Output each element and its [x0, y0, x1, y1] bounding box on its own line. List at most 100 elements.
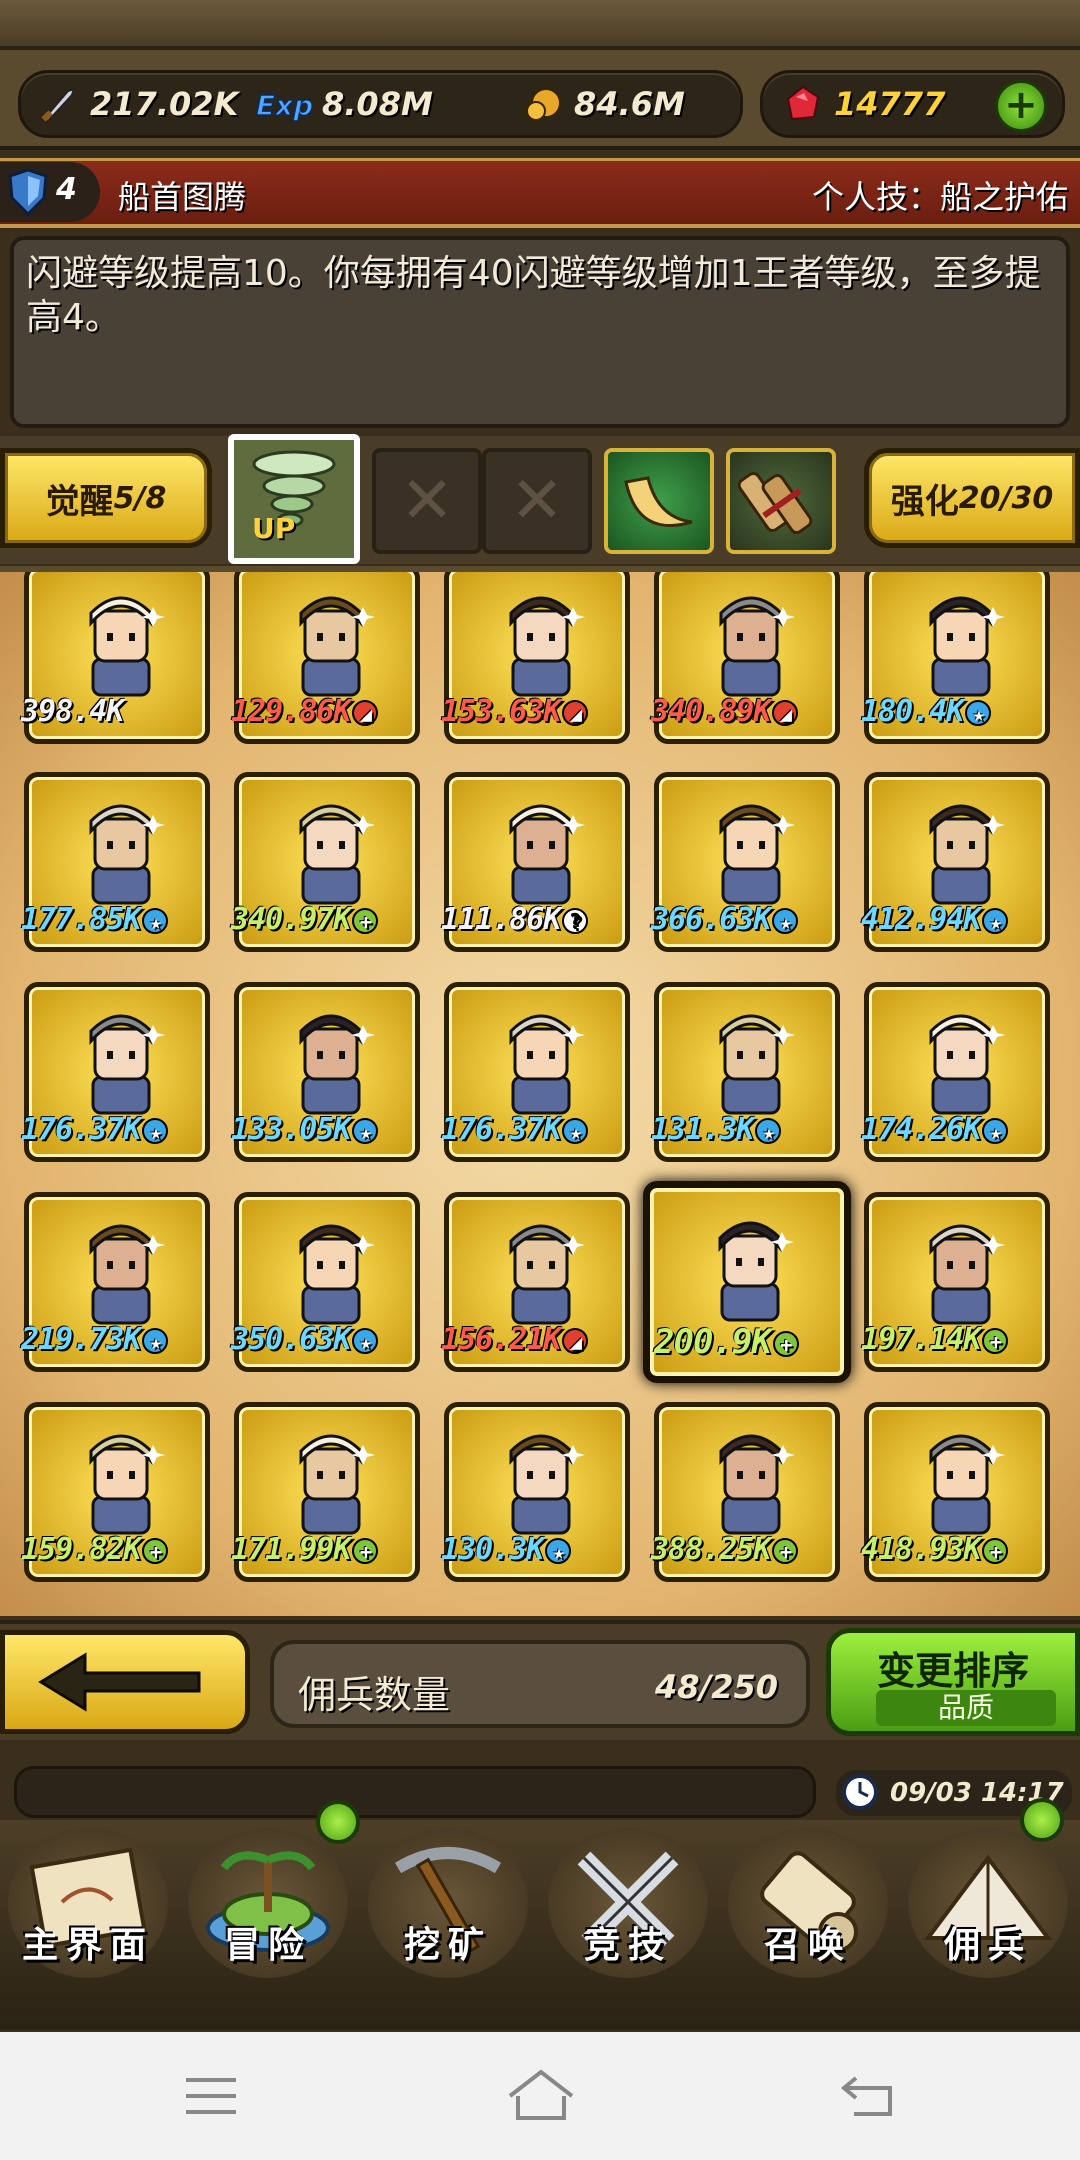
mercenary-card[interactable]: 180.4K ★ [861, 572, 1050, 744]
mercenary-power: 418.93K + [861, 1532, 1061, 1567]
mercenary-power: 133.05K ★ [231, 1112, 431, 1147]
svg-text:Exp: Exp [256, 89, 312, 122]
mercenary-power-value: 133.05K [231, 1112, 351, 1147]
sort-mode-label: 品质 [876, 1690, 1056, 1726]
skill-name: 船首图腾 [118, 178, 247, 216]
awaken-label: 觉醒 [45, 481, 114, 522]
mercenary-card[interactable]: 197.14K + [861, 1192, 1050, 1372]
mercenary-power: 131.3K ★ [651, 1112, 851, 1147]
mercenary-card[interactable]: 176.37K ★ [21, 982, 210, 1162]
menu-icon[interactable] [184, 2076, 238, 2116]
mercenary-power-value: 350.63K [231, 1322, 351, 1357]
mercenary-power-value: 340.89K [651, 694, 771, 729]
mercenary-power-value: 153.63K [441, 694, 561, 729]
change-sort-label: 变更排序 [876, 1649, 1029, 1693]
blue-class-icon: ★ [772, 907, 799, 934]
mercenary-portrait [89, 1434, 165, 1535]
mercenary-portrait [509, 1014, 585, 1115]
awaken-button[interactable]: 觉醒 5/8 [0, 448, 212, 548]
mercenary-card[interactable]: 350.63K ★ [231, 1192, 420, 1372]
enhance-button[interactable]: 强化 20/30 [864, 448, 1080, 548]
mercenary-power: 156.21K ◢ [441, 1322, 641, 1357]
mercenary-power-value: 176.37K [441, 1112, 561, 1147]
mercenary-power: 176.37K ★ [441, 1112, 641, 1147]
exp-value: 8.08M [322, 85, 433, 123]
mercenary-power-value: 156.21K [441, 1322, 561, 1357]
scroll-slot[interactable] [726, 448, 836, 554]
home-icon[interactable] [506, 2068, 576, 2122]
mercenary-portrait [929, 1014, 1005, 1115]
nav-main-menu-label: 主界面 [21, 1925, 154, 1966]
chat-box[interactable] [14, 1766, 816, 1818]
mercenary-card[interactable]: 388.25K + [651, 1402, 840, 1582]
blue-class-icon: ★ [545, 1537, 572, 1564]
mercenary-count-value: 48/250 [654, 1668, 778, 1706]
scroll-bundle-icon [737, 471, 813, 535]
blue-class-icon: ★ [755, 1117, 782, 1144]
horn-icon [624, 476, 693, 527]
mercenary-card[interactable]: 153.63K ◢ [441, 572, 630, 744]
mercenary-card[interactable]: 176.37K ★ [441, 982, 630, 1162]
blue-class-icon: ★ [982, 907, 1009, 934]
mercenary-portrait [299, 1224, 375, 1325]
empty-slot-1[interactable] [372, 448, 482, 554]
skill-level: 4 [56, 172, 77, 207]
mercenary-card[interactable]: 130.3K ★ [441, 1402, 630, 1582]
enhance-label: 强化 [890, 481, 959, 522]
blue-class-icon: ★ [982, 1117, 1009, 1144]
mercenary-card[interactable]: 177.85K ★ [21, 772, 210, 952]
mercenary-card[interactable]: 133.05K ★ [231, 982, 420, 1162]
blue-class-icon: ★ [142, 907, 169, 934]
awaken-value: 5/8 [113, 480, 167, 516]
mercenary-power: 340.89K ◢ [651, 694, 851, 729]
mercenary-card[interactable]: 340.97K + [231, 772, 420, 952]
mercenary-portrait [299, 1014, 375, 1115]
back-arrow-icon [38, 1652, 201, 1712]
mercenary-portrait [509, 1434, 585, 1535]
sword-icon [38, 83, 80, 125]
gold-value: 84.6M [574, 85, 685, 123]
mercenary-card[interactable]: 174.26K ★ [861, 982, 1050, 1162]
mercenary-card[interactable]: 412.94K ★ [861, 772, 1050, 952]
mercenary-power-value: 159.82K [21, 1532, 141, 1567]
mercenary-card[interactable]: 131.3K ★ [651, 982, 840, 1162]
mercenary-card[interactable]: 111.86K? [441, 772, 630, 952]
mercenary-portrait [929, 1224, 1005, 1325]
mercenary-card[interactable]: 129.86K ◢ [231, 572, 420, 744]
red-class-icon: ◢ [562, 699, 589, 726]
mercenary-card[interactable]: 171.99K + [231, 1402, 420, 1582]
red-class-icon: ◢ [352, 699, 379, 726]
back-system-icon[interactable] [840, 2072, 896, 2118]
mercenary-count-label: 佣兵数量 [298, 1673, 451, 1717]
mercenary-card[interactable]: 219.73K ★ [21, 1192, 210, 1372]
gem-resource: 14777 [782, 84, 945, 124]
mercenary-card[interactable]: 156.21K ◢ [441, 1192, 630, 1372]
mercenary-portrait [299, 804, 375, 905]
mercenary-power-value: 366.63K [651, 902, 771, 937]
mercenary-portrait [89, 596, 165, 697]
add-gems-button[interactable]: + [995, 80, 1047, 132]
mercenary-power: 177.85K ★ [21, 902, 221, 937]
mercenary-card[interactable]: 159.82K + [21, 1402, 210, 1582]
mercenary-power: 219.73K ★ [21, 1322, 221, 1357]
green-class-icon: + [982, 1537, 1009, 1564]
red-class-icon: ◢ [772, 699, 799, 726]
mercenary-power: 130.3K ★ [441, 1532, 641, 1567]
mercenary-card[interactable]: 418.93K + [861, 1402, 1050, 1582]
mercenary-card[interactable]: 398.4K [21, 572, 210, 744]
mercenary-card[interactable]: 366.63K ★ [651, 772, 840, 952]
empty-slot-2[interactable] [482, 448, 592, 554]
mercenary-card[interactable]: 340.89K ◢ [651, 572, 840, 744]
system-nav-bar [0, 2032, 1080, 2160]
red-class-icon: ◢ [562, 1327, 589, 1354]
mercenary-portrait [929, 1434, 1005, 1535]
mercenary-power-value: 176.37K [21, 1112, 141, 1147]
mercenary-power-value: 171.99K [231, 1532, 351, 1567]
mercenary-card-selected[interactable]: 200.9K + [643, 1181, 851, 1383]
blue-class-icon: ★ [562, 1117, 589, 1144]
back-button[interactable] [0, 1630, 250, 1734]
enhance-value: 20/30 [958, 480, 1054, 516]
horn-slot[interactable] [604, 448, 714, 554]
mercenary-power-value: 180.4K [861, 694, 964, 729]
attack-resource: 217.02K [38, 84, 238, 124]
